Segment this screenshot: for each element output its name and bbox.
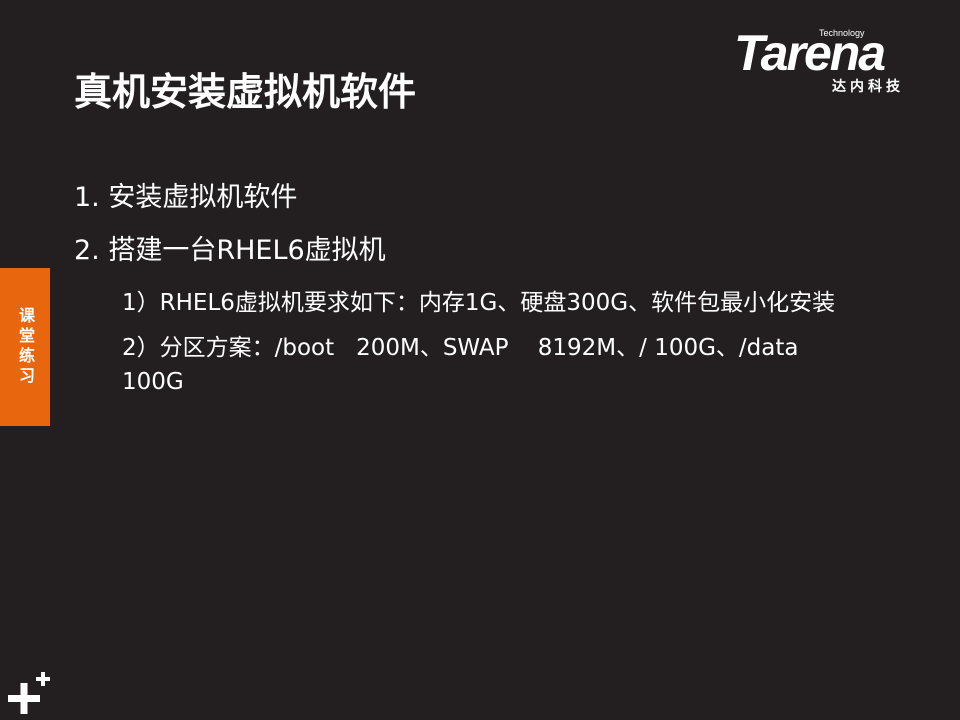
logo-chinese-name: 达内科技 xyxy=(832,79,904,95)
tarena-logo: Technology Tarena 达内科技 xyxy=(734,24,930,100)
page-title: 真机安装虚拟机软件 xyxy=(74,70,417,114)
sub-item-1: 1）RHEL6虚拟机要求如下：内存1G、硬盘300G、软件包最小化安装 xyxy=(122,290,836,317)
list-item-2: 2. 搭建一台RHEL6虚拟机 xyxy=(74,235,386,267)
list-item-1: 1. 安装虚拟机软件 xyxy=(74,182,298,213)
plus-plus-icon xyxy=(8,672,50,714)
side-tab-label: 课堂练习 xyxy=(16,307,35,387)
slide-content: 1. 安装虚拟机软件 2. 搭建一台RHEL6虚拟机 1）RHEL6虚拟机要求如… xyxy=(74,180,854,410)
sub-item-2: 2）分区方案：/boot 200M、SWAP 8192M、/ 100G、/dat… xyxy=(122,334,828,396)
side-tab: 课堂练习 xyxy=(0,268,50,426)
logo-wordmark: Tarena xyxy=(734,25,886,81)
